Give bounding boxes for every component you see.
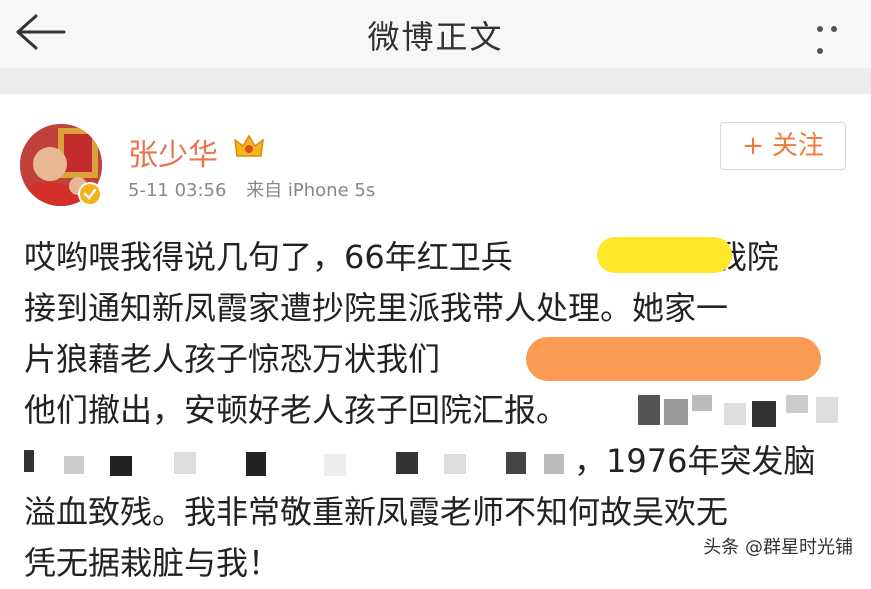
section-divider: [0, 68, 871, 94]
redaction-mark: [597, 237, 732, 273]
text-line: 哎哟喂我得说几句了，66年红卫兵家，我院: [24, 232, 854, 283]
page-title: 微博正文: [367, 18, 504, 56]
more-dots-icon: [817, 26, 823, 32]
text-segment: 片狼藉老人孩子惊恐万状我们: [24, 340, 441, 378]
follow-button[interactable]: + 关注: [720, 122, 846, 170]
watermark: 头条 @群星时光铺: [703, 537, 853, 558]
plus-icon: +: [742, 131, 764, 161]
redaction-mark: [526, 337, 821, 381]
text-line: ，1976年突发脑: [24, 436, 854, 487]
text-line: 接到通知新凤霞家遭抄院里派我带人处理。她家一: [24, 289, 729, 327]
more-button[interactable]: [813, 20, 853, 54]
text-segment: 哎哟喂我得说几句了，66年红卫兵: [24, 238, 513, 276]
text-line: 他们撤出，安顿好老人孩子回院汇报。: [24, 385, 854, 436]
post-time: 5-11 03:56: [128, 180, 227, 201]
text-line: 溢血致残。我非常敬重新凤霞老师不知何故吴欢无: [24, 493, 729, 531]
text-segment: ，1976年突发脑: [574, 442, 816, 480]
follow-label: 关注: [771, 131, 824, 161]
weibo-post: 张少华 5-11 03:56 来自 iPhone 5s + 关注 哎哟喂我得说几句…: [0, 94, 871, 582]
post-source: 来自 iPhone 5s: [246, 180, 376, 201]
nav-bar: 微博正文: [0, 0, 871, 68]
text-segment: 他们撤出，安顿好老人孩子回院汇报。: [24, 391, 569, 429]
text-line: 片狼藉老人孩子惊恐万状我们让: [24, 334, 854, 385]
username[interactable]: 张少华: [128, 130, 218, 174]
crown-icon[interactable]: [233, 132, 265, 164]
post-meta: 5-11 03:56 来自 iPhone 5s: [128, 176, 389, 202]
verified-badge-icon: [78, 182, 102, 206]
